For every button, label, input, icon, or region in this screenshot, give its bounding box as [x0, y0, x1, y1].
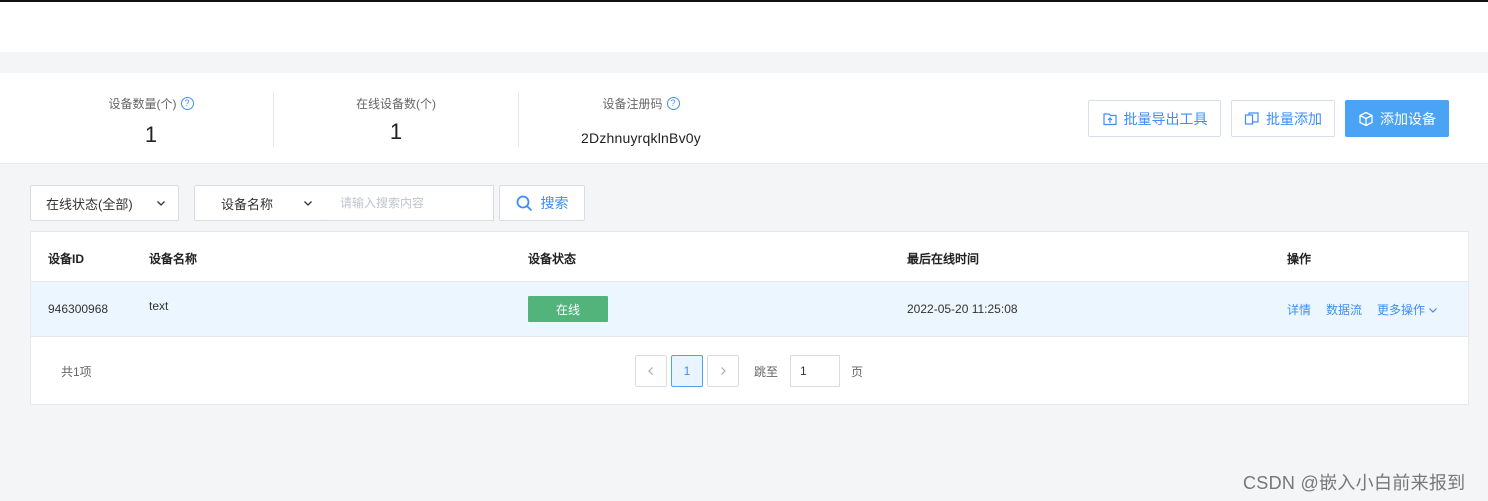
- detail-link-label: 详情: [1287, 303, 1312, 317]
- online-count-stat: 在线设备数(个) 1: [274, 73, 518, 164]
- device-count-stat: 设备数量(个) ? 1: [30, 73, 272, 164]
- total-count: 共1项: [61, 365, 92, 379]
- add-device-button[interactable]: 添加设备: [1345, 100, 1449, 137]
- cube-icon: [1359, 111, 1373, 126]
- header-operations: 操作: [1287, 252, 1312, 266]
- page-unit-label: 页: [851, 365, 864, 379]
- chevron-left-icon: [648, 367, 653, 375]
- chevron-down-icon: [1429, 307, 1437, 313]
- field-select[interactable]: 设备名称: [194, 185, 326, 221]
- header-last-online: 最后在线时间: [907, 252, 980, 266]
- jump-label: 跳至: [754, 365, 779, 379]
- online-count-value: 1: [389, 119, 403, 144]
- top-bar: [0, 2, 1488, 52]
- header-device-id: 设备ID: [48, 252, 85, 266]
- device-count-value: 1: [144, 122, 158, 147]
- batch-add-button[interactable]: 批量添加: [1231, 100, 1335, 137]
- detail-link[interactable]: 详情: [1287, 301, 1311, 318]
- reg-code-stat: 设备注册码 ? 2DzhnuyrqklnBv0y: [519, 73, 763, 164]
- help-icon[interactable]: ?: [180, 97, 194, 110]
- device-count-label-row: 设备数量(个) ?: [30, 95, 272, 112]
- batch-add-label: 批量添加: [1266, 110, 1322, 127]
- add-device-label: 添加设备: [1380, 110, 1436, 127]
- device-count-label: 设备数量(个): [108, 97, 177, 111]
- online-count-label: 在线设备数(个): [356, 97, 436, 111]
- device-id-cell: 946300968: [48, 302, 109, 316]
- chevron-down-icon: [304, 201, 312, 206]
- page-gap: [0, 52, 1488, 73]
- table-row: 946300968 text 在线 2022-05-20 11:25:08 详情…: [31, 282, 1468, 337]
- more-actions-link[interactable]: 更多操作: [1377, 301, 1438, 318]
- search-button-label: 搜索: [540, 195, 569, 211]
- dataflow-link[interactable]: 数据流: [1326, 301, 1362, 318]
- dataflow-link-label: 数据流: [1326, 303, 1363, 317]
- search-input[interactable]: [325, 185, 494, 221]
- reg-code-label: 设备注册码: [602, 97, 663, 111]
- device-name-cell: text: [149, 299, 169, 313]
- online-count-label-row: 在线设备数(个): [274, 95, 518, 112]
- chevron-right-icon: [721, 367, 726, 375]
- device-table: 设备ID 设备名称 设备状态 最后在线时间 操作 946300968 text …: [30, 231, 1469, 405]
- status-select-value: 在线状态(全部): [46, 196, 133, 212]
- stats-card: 设备数量(个) ? 1 在线设备数(个) 1 设备注册码 ? 2Dzhnuyrq…: [0, 73, 1488, 164]
- search-button[interactable]: 搜索: [499, 185, 585, 221]
- last-online-cell: 2022-05-20 11:25:08: [907, 302, 1018, 316]
- table-header: 设备ID 设备名称 设备状态 最后在线时间 操作: [31, 232, 1468, 282]
- more-actions-label: 更多操作: [1377, 303, 1426, 317]
- search-icon: [516, 195, 532, 211]
- prev-page-button[interactable]: [635, 355, 667, 387]
- reg-code-label-row: 设备注册码 ?: [519, 95, 763, 112]
- export-tool-label: 批量导出工具: [1123, 110, 1208, 127]
- batch-copy-icon: [1244, 111, 1259, 125]
- header-device-status: 设备状态: [528, 252, 577, 266]
- next-page-button[interactable]: [707, 355, 739, 387]
- header-device-name: 设备名称: [149, 252, 198, 266]
- watermark: CSDN @嵌入小白前来报到: [1243, 473, 1466, 493]
- export-icon: [1102, 112, 1117, 125]
- status-badge: 在线: [528, 296, 608, 322]
- reg-code-value: 2DzhnuyrqklnBv0y: [581, 130, 701, 146]
- export-tool-button[interactable]: 批量导出工具: [1088, 100, 1221, 137]
- field-select-value: 设备名称: [221, 196, 274, 212]
- jump-page-input[interactable]: [790, 355, 840, 387]
- chevron-down-icon: [157, 201, 165, 206]
- status-select[interactable]: 在线状态(全部): [30, 185, 179, 221]
- help-icon[interactable]: ?: [666, 97, 680, 110]
- page-button-current[interactable]: 1: [671, 355, 703, 387]
